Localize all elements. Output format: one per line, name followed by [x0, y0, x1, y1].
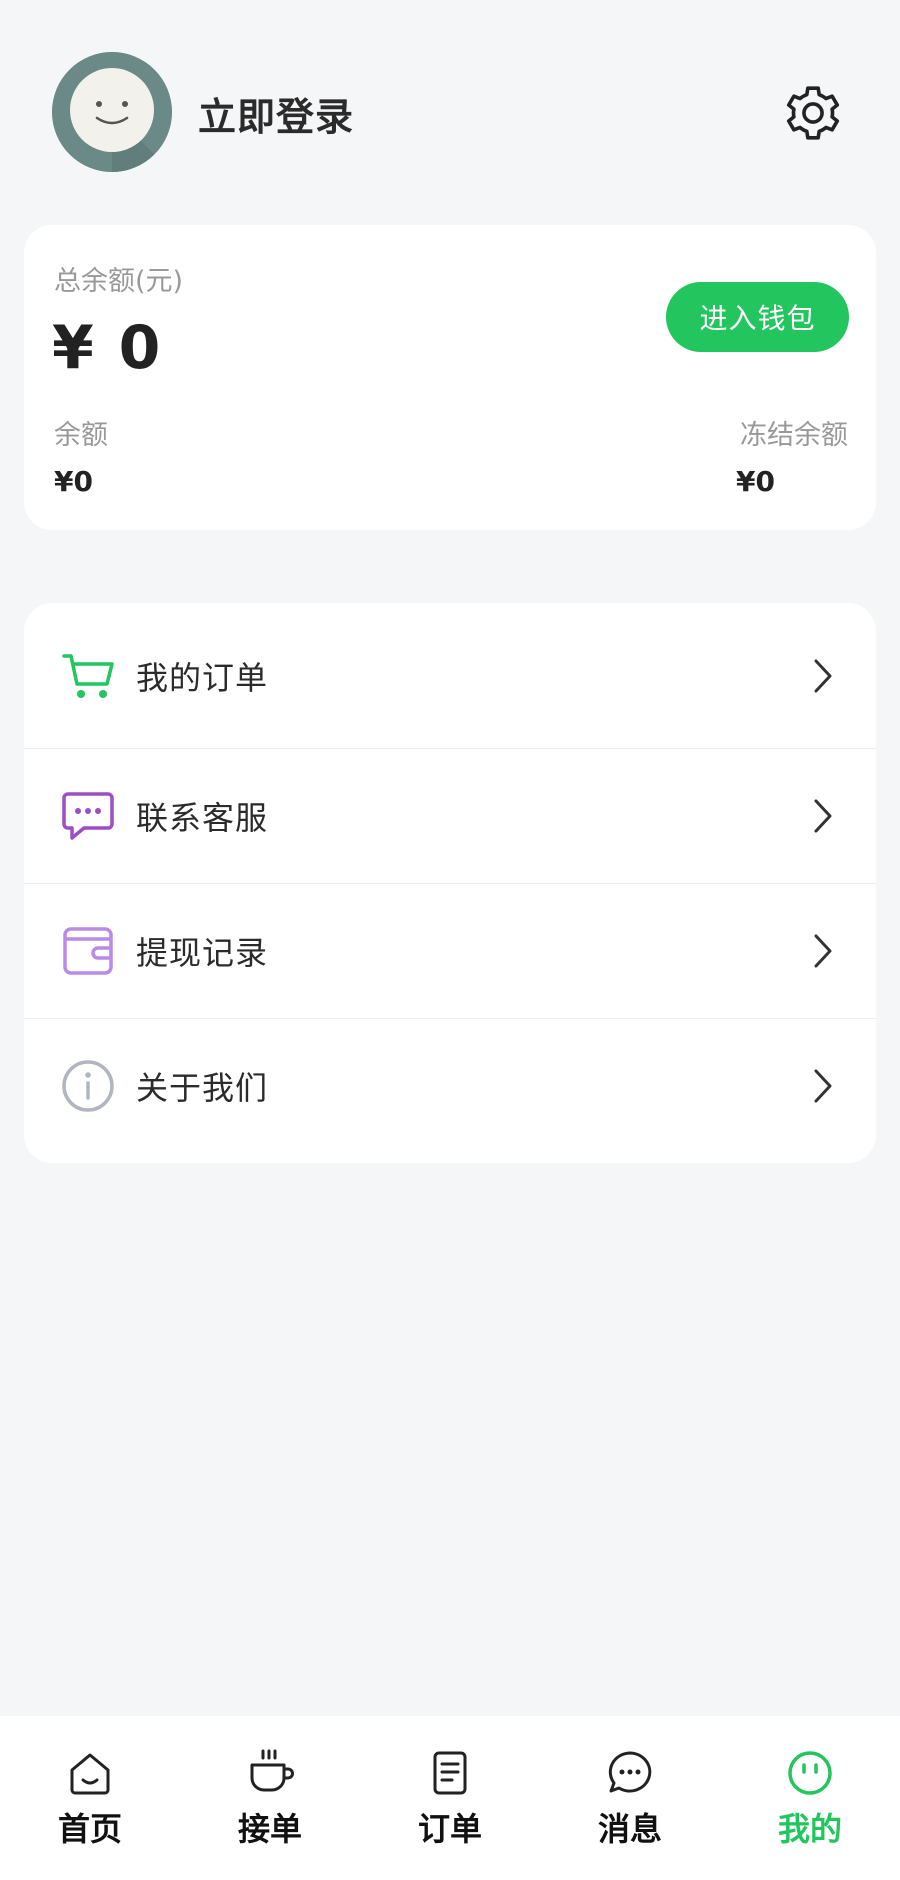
nav-tab-label: 首页 [57, 1810, 122, 1848]
nav-tab-label: 订单 [417, 1810, 482, 1848]
menu-item-contact-service[interactable]: 联系客服 [24, 748, 876, 883]
avatar[interactable] [52, 52, 172, 172]
login-link[interactable]: 立即登录 [198, 86, 354, 141]
gear-icon[interactable] [782, 82, 844, 144]
profile-header: 立即登录 [0, 0, 900, 225]
available-balance-value: ¥0 [54, 465, 93, 498]
menu-list: 我的订单 联系客服 提现记录 关于我们 [24, 603, 876, 1163]
frozen-balance-label: 冻结余额 [740, 420, 848, 451]
frozen-balance-value: ¥0 [736, 465, 775, 498]
chevron-right-icon [814, 659, 832, 692]
enter-wallet-button[interactable]: 进入钱包 [666, 282, 849, 352]
nav-tab-messages[interactable]: 消息 [540, 1716, 720, 1880]
nav-tab-take-orders[interactable]: 接单 [180, 1716, 360, 1880]
home-icon [70, 1753, 110, 1795]
menu-item-my-orders[interactable]: 我的订单 [24, 603, 876, 748]
nav-tab-label: 我的 [777, 1810, 842, 1848]
total-balance-value: ¥ 0 [52, 313, 163, 383]
available-balance-label: 余额 [54, 420, 108, 451]
chevron-right-icon [814, 934, 832, 968]
bottom-nav: 首页 接单 订单 消息 我的 [0, 1716, 900, 1880]
document-icon [433, 1751, 467, 1795]
menu-item-label: 关于我们 [136, 1069, 269, 1107]
message-icon [608, 1751, 652, 1793]
chevron-right-icon [814, 799, 832, 833]
menu-item-label: 联系客服 [136, 799, 269, 837]
nav-tab-home[interactable]: 首页 [0, 1716, 180, 1880]
menu-item-label: 我的订单 [136, 658, 269, 697]
total-balance-label: 总余额(元) [54, 266, 184, 297]
nav-tab-label: 接单 [237, 1810, 302, 1848]
menu-item-label: 提现记录 [136, 934, 269, 972]
cart-icon [62, 653, 114, 698]
chat-bubble-icon [62, 792, 114, 840]
info-icon [62, 1060, 114, 1112]
nav-tab-orders[interactable]: 订单 [360, 1716, 540, 1880]
chevron-right-icon [814, 1069, 832, 1103]
smiley-icon [788, 1751, 832, 1795]
smiley-face-avatar-icon [52, 52, 172, 172]
wallet-icon [63, 927, 113, 975]
menu-item-about-us[interactable]: 关于我们 [24, 1018, 876, 1153]
nav-tab-label: 消息 [597, 1810, 662, 1848]
coffee-cup-icon [250, 1749, 294, 1792]
nav-tab-mine[interactable]: 我的 [720, 1716, 900, 1880]
balance-card: 总余额(元) ¥ 0 进入钱包 余额 ¥0 冻结余额 ¥0 [24, 225, 876, 530]
menu-item-withdraw-records[interactable]: 提现记录 [24, 883, 876, 1018]
